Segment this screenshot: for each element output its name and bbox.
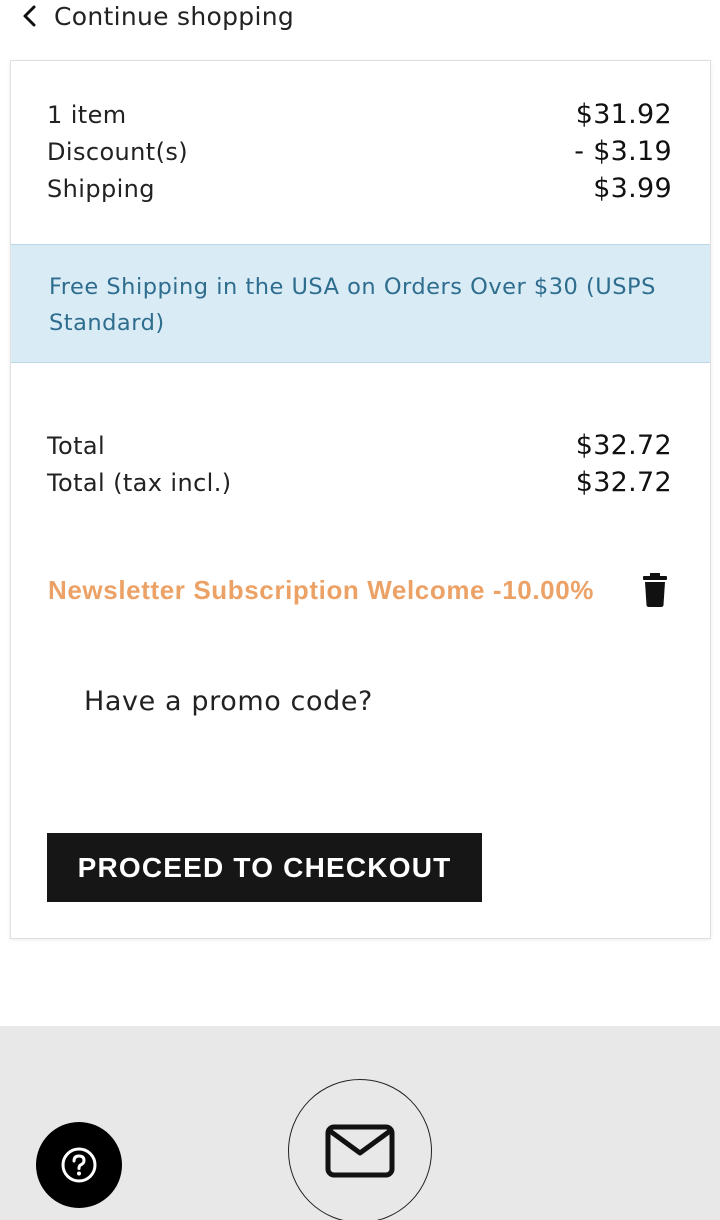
mail-icon xyxy=(325,1124,395,1178)
help-button[interactable] xyxy=(36,1122,122,1208)
proceed-to-checkout-button[interactable]: PROCEED TO CHECKOUT xyxy=(47,833,482,902)
items-label: 1 item xyxy=(47,101,127,129)
items-row: 1 item $31.92 xyxy=(47,99,672,130)
total-label: Total xyxy=(47,432,106,460)
free-shipping-text: Free Shipping in the USA on Orders Over … xyxy=(49,274,656,336)
total-row: Total $32.72 xyxy=(47,430,672,461)
voucher-name: Newsletter Subscription Welcome -10.00% xyxy=(48,574,594,605)
continue-shopping-label: Continue shopping xyxy=(54,1,295,31)
discount-row: Discount(s) - $3.19 xyxy=(47,136,672,167)
shipping-value: $3.99 xyxy=(593,173,672,204)
free-shipping-banner: Free Shipping in the USA on Orders Over … xyxy=(11,244,710,363)
applied-voucher: Newsletter Subscription Welcome -10.00% xyxy=(48,573,668,607)
discount-value: - $3.19 xyxy=(574,136,672,167)
continue-shopping-link[interactable]: Continue shopping xyxy=(20,0,294,36)
chevron-left-icon xyxy=(23,5,36,27)
total-tax-label: Total (tax incl.) xyxy=(47,469,232,497)
shipping-label: Shipping xyxy=(47,175,155,203)
cart-summary-card: 1 item $31.92 Discount(s) - $3.19 Shippi… xyxy=(10,60,711,939)
items-value: $31.92 xyxy=(575,99,672,130)
newsletter-mail-button[interactable] xyxy=(288,1079,432,1220)
trash-icon[interactable] xyxy=(642,573,668,607)
promo-code-toggle[interactable]: Have a promo code? xyxy=(84,686,373,717)
discount-label: Discount(s) xyxy=(47,138,188,166)
cart-page: Continue shopping 1 item $31.92 Discount… xyxy=(0,0,720,1220)
total-tax-value: $32.72 xyxy=(575,467,672,498)
total-value: $32.72 xyxy=(575,430,672,461)
total-tax-row: Total (tax incl.) $32.72 xyxy=(47,467,672,498)
help-icon xyxy=(61,1147,97,1183)
shipping-row: Shipping $3.99 xyxy=(47,173,672,204)
page-footer xyxy=(0,1026,720,1220)
